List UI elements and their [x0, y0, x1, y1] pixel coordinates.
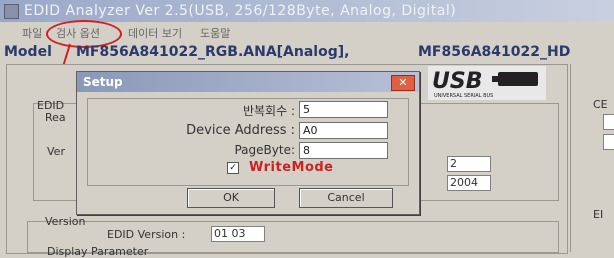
- svg-text:USB: USB: [432, 69, 482, 94]
- usb-logo-graphic: USB UNIVERSAL SERIAL BUS: [428, 66, 546, 100]
- edid-version-label: EDID Version :: [107, 228, 186, 241]
- version-group-label: Version: [45, 215, 86, 228]
- info-field-a[interactable]: 2: [447, 156, 491, 172]
- writemode-label: WriteMode: [249, 160, 334, 175]
- cancel-button[interactable]: Cancel: [299, 188, 393, 208]
- edid-version-field[interactable]: 01 03: [211, 226, 265, 242]
- pagebyte-input[interactable]: 8: [299, 142, 388, 159]
- dialog-title-bar: Setup ✕: [77, 72, 419, 92]
- device-address-label: Device Address :: [186, 123, 295, 138]
- model-bar: Model MF856A841022_RGB.ANA[Analog], MF85…: [0, 42, 614, 62]
- repeat-count-input[interactable]: 5: [299, 101, 388, 118]
- usb-logo: USB UNIVERSAL SERIAL BUS: [428, 66, 546, 100]
- writemode-checkbox[interactable]: ✓: [227, 162, 239, 174]
- device-address-input[interactable]: A0: [299, 122, 388, 139]
- pagebyte-label: PageByte:: [234, 143, 295, 157]
- model-name-primary: MF856A841022_RGB.ANA[Analog],: [76, 44, 350, 60]
- right-panel-field-b[interactable]: [603, 134, 614, 150]
- svg-text:UNIVERSAL SERIAL BUS: UNIVERSAL SERIAL BUS: [434, 93, 493, 99]
- right-panel: CE EI: [570, 64, 614, 252]
- ok-button[interactable]: OK: [187, 188, 275, 208]
- right-panel-label-a: CE: [593, 98, 608, 111]
- setup-dialog: Setup ✕ 반복회수 : 5 Device Address : A0 Pag…: [76, 71, 420, 215]
- info-field-b[interactable]: 2004: [447, 175, 491, 191]
- model-label: Model: [4, 44, 52, 60]
- main-window: EDID Analyzer Ver 2.5(USB, 256/128Byte, …: [0, 0, 614, 258]
- right-panel-label-b: EI: [593, 208, 604, 221]
- dialog-title: Setup: [83, 75, 123, 89]
- ver-label: Ver: [47, 145, 65, 158]
- right-panel-field-a[interactable]: [603, 114, 614, 130]
- close-button[interactable]: ✕: [391, 75, 415, 91]
- repeat-count-label: 반복회수 :: [242, 104, 295, 118]
- model-name-secondary: MF856A841022_HD: [418, 44, 571, 60]
- read-label: Rea: [45, 111, 66, 124]
